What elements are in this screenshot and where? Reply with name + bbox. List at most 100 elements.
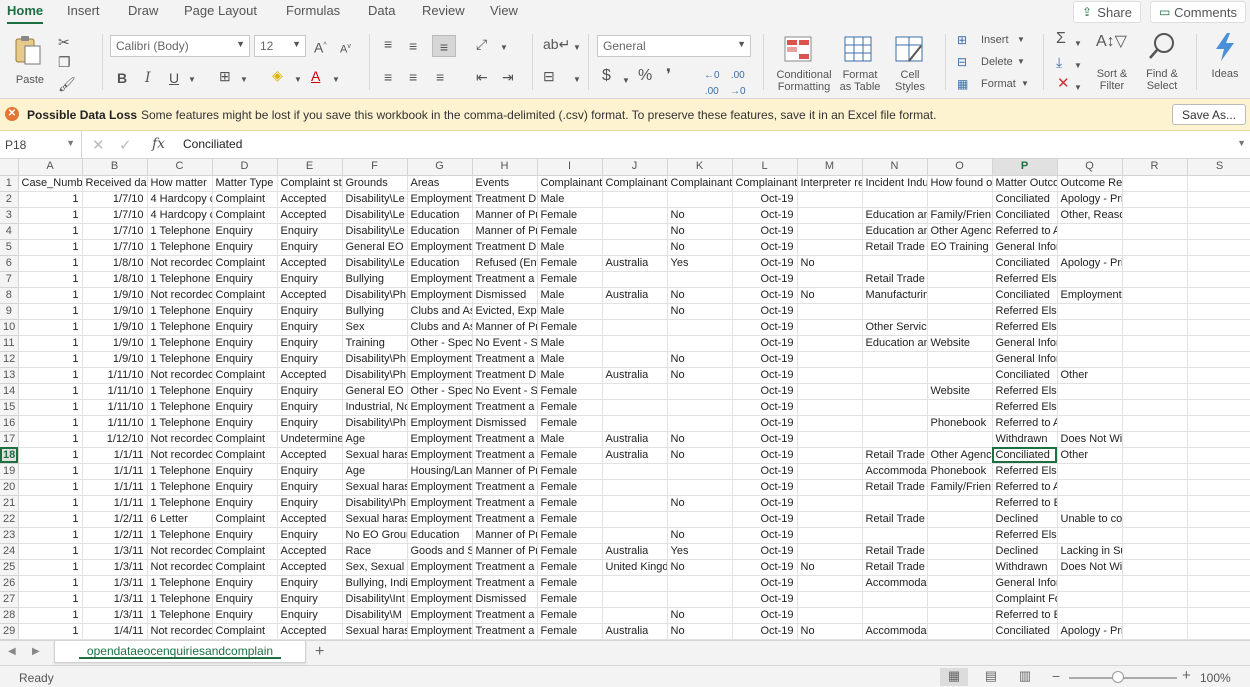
cell[interactable]: Female <box>537 495 603 512</box>
cell[interactable]: 1 <box>18 559 83 576</box>
cell[interactable]: Enquiry <box>212 303 278 320</box>
cell[interactable]: Oct-19 <box>732 287 798 304</box>
ideas-button[interactable]: Ideas <box>1205 32 1245 94</box>
cell[interactable] <box>927 431 993 448</box>
cell[interactable]: Matter Type <box>212 175 278 192</box>
cell[interactable] <box>667 415 733 432</box>
cell[interactable]: Apology - Private, Financial Compensat <box>1057 255 1123 272</box>
cell[interactable]: 1/7/10 <box>82 239 148 256</box>
decrease-font-icon[interactable]: Av <box>340 39 351 58</box>
cell[interactable]: Oct-19 <box>732 271 798 288</box>
cell[interactable]: Complaint <box>212 367 278 384</box>
page-break-view-icon[interactable]: ▥ <box>1011 668 1039 686</box>
cell[interactable]: 1/1/11 <box>82 495 148 512</box>
font-size-select[interactable]: 12 ▼ <box>254 35 306 57</box>
cell[interactable] <box>1122 575 1188 592</box>
cell[interactable] <box>797 271 863 288</box>
cell[interactable]: Female <box>537 559 603 576</box>
cell[interactable]: Oct-19 <box>732 575 798 592</box>
column-header[interactable]: Q <box>1057 159 1123 176</box>
cell[interactable]: 1 Telephone <box>147 527 213 544</box>
row-header[interactable]: 17 <box>0 431 19 448</box>
cell[interactable] <box>667 335 733 352</box>
cell[interactable]: Enquiry <box>277 335 343 352</box>
cell[interactable]: Treatment a <box>472 559 538 576</box>
cell[interactable]: Oct-19 <box>732 239 798 256</box>
cell[interactable]: Complaint <box>212 511 278 528</box>
sheet-table[interactable]: ABCDEFGHIJKLMNOPQRS 1Case_NumberReceived… <box>0 159 1250 640</box>
cell[interactable] <box>862 527 928 544</box>
cell[interactable]: Goods and S <box>407 543 473 560</box>
cell[interactable] <box>1187 351 1250 368</box>
cell[interactable]: Female <box>537 383 603 400</box>
cell[interactable] <box>602 399 668 416</box>
percent-icon[interactable]: % <box>638 68 652 84</box>
cell[interactable]: Events <box>472 175 538 192</box>
tab-page-layout[interactable]: Page Layout <box>184 3 257 18</box>
increase-font-icon[interactable]: A^ <box>314 38 327 56</box>
cell[interactable]: 1 Telephone <box>147 399 213 416</box>
cell[interactable] <box>1122 319 1188 336</box>
cell[interactable]: No <box>667 223 733 240</box>
cell[interactable] <box>1187 527 1250 544</box>
row-header[interactable]: 6 <box>0 255 19 272</box>
cell[interactable] <box>1122 207 1188 224</box>
cell[interactable]: 1/9/10 <box>82 351 148 368</box>
cell[interactable]: Treatment a <box>472 447 538 464</box>
cell[interactable]: Oct-19 <box>732 543 798 560</box>
cell[interactable]: Bullying <box>342 303 408 320</box>
cell[interactable] <box>1187 223 1250 240</box>
cell[interactable]: Oct-19 <box>732 399 798 416</box>
cell[interactable] <box>602 511 668 528</box>
cell[interactable]: Matter Outco <box>992 175 1058 192</box>
cell[interactable]: Manner of Pr <box>472 319 538 336</box>
cell[interactable] <box>797 431 863 448</box>
cell[interactable]: Enquiry <box>212 335 278 352</box>
cell[interactable]: 1 <box>18 271 83 288</box>
cell[interactable]: No Event - S <box>472 383 538 400</box>
cell[interactable]: Age <box>342 463 408 480</box>
cell[interactable]: Female <box>537 399 603 416</box>
cell[interactable]: Referred Elsewhere (Out of EO Jurisdicti… <box>992 463 1058 480</box>
cell[interactable] <box>1122 271 1188 288</box>
cell[interactable]: Training <box>342 335 408 352</box>
cell[interactable] <box>602 207 668 224</box>
cell[interactable]: Disability\Ph <box>342 351 408 368</box>
cell[interactable] <box>602 479 668 496</box>
cell[interactable]: Enquiry <box>212 319 278 336</box>
cell[interactable] <box>1057 335 1123 352</box>
cell[interactable]: 1/2/11 <box>82 527 148 544</box>
cell[interactable] <box>1187 591 1250 608</box>
cell[interactable]: Lacking in Substance <box>1057 543 1123 560</box>
cell[interactable]: Retail Trade <box>862 543 928 560</box>
row-header[interactable]: 21 <box>0 495 19 512</box>
cell[interactable]: Referred to Advocate (to Assist with EO/… <box>992 223 1058 240</box>
find-select-button[interactable]: Find & Select <box>1140 32 1184 94</box>
cell[interactable]: United Kingd <box>602 559 668 576</box>
cell[interactable] <box>1122 591 1188 608</box>
format-cells-button[interactable]: ▦ Format ▼ <box>957 75 1029 93</box>
cell[interactable]: Female <box>537 319 603 336</box>
cell[interactable] <box>927 607 993 624</box>
cell[interactable]: No <box>667 367 733 384</box>
cell[interactable]: Treatment a <box>472 575 538 592</box>
align-right-icon[interactable]: ≡ <box>436 69 444 85</box>
cell[interactable] <box>862 415 928 432</box>
cell[interactable]: Oct-19 <box>732 447 798 464</box>
cell[interactable]: Employment <box>407 479 473 496</box>
cell[interactable] <box>927 495 993 512</box>
cell[interactable]: Referred to EOC Website <box>992 495 1058 512</box>
cell[interactable] <box>797 591 863 608</box>
cell[interactable]: Oct-19 <box>732 207 798 224</box>
cell[interactable] <box>1187 303 1250 320</box>
column-header[interactable]: C <box>147 159 213 176</box>
cell[interactable] <box>797 303 863 320</box>
font-color-icon[interactable]: A <box>311 68 320 84</box>
cell[interactable]: Education <box>407 527 473 544</box>
cell[interactable] <box>602 239 668 256</box>
row-header[interactable]: 28 <box>0 607 19 624</box>
cell[interactable] <box>1187 479 1250 496</box>
cell[interactable]: 1 <box>18 623 83 640</box>
cell[interactable]: Race <box>342 543 408 560</box>
cell[interactable]: Enquiry <box>277 495 343 512</box>
